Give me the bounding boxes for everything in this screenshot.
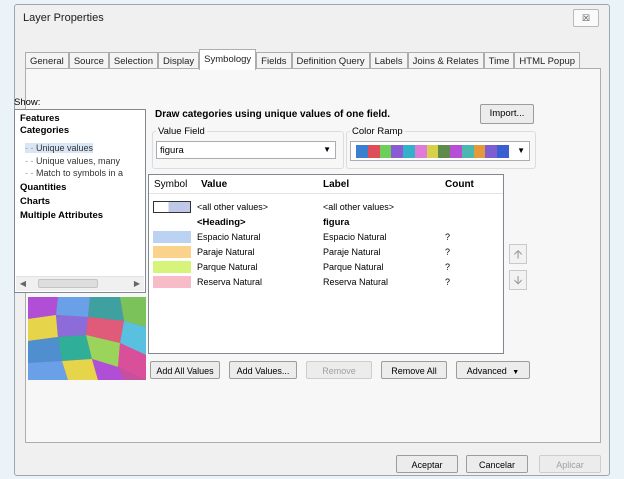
table-heading-row[interactable]: <Heading> figura — [149, 215, 503, 230]
count-column-header[interactable]: Count — [445, 179, 474, 190]
color-ramp-swatch — [356, 145, 509, 158]
count-cell: ? — [445, 232, 451, 242]
add-all-values-button[interactable]: Add All Values — [150, 361, 220, 379]
ramp-color-stop — [438, 145, 451, 158]
count-cell: ? — [445, 262, 451, 272]
label-cell: figura — [323, 217, 350, 228]
value-cell: <Heading> — [197, 217, 246, 228]
symbol-swatch[interactable] — [153, 231, 191, 243]
window-title: Layer Properties — [23, 12, 104, 24]
chevron-down-icon: ▼ — [323, 145, 331, 154]
symbol-swatch[interactable] — [153, 246, 191, 258]
renderer-item-label: Quantities — [20, 182, 67, 193]
ramp-color-stop — [367, 145, 380, 158]
symbol-column-header[interactable]: Symbol — [154, 179, 187, 190]
ramp-color-stop — [426, 145, 439, 158]
renderer-item[interactable]: Quantities — [20, 182, 66, 193]
ok-button[interactable]: Aceptar — [396, 455, 458, 473]
label-cell: Espacio Natural — [323, 232, 387, 242]
move-down-icon[interactable]: 🡫 — [509, 270, 527, 290]
dropdown-arrow-icon: ▼ — [512, 369, 520, 376]
tab-symbology[interactable]: Symbology — [199, 49, 257, 70]
renderer-tree[interactable]: Multiple Attributes Charts Quantities - - M… — [14, 109, 146, 293]
renderer-preview-map — [28, 297, 146, 380]
advanced-label: Advanced — [466, 366, 507, 376]
renderer-item-label: Charts — [20, 196, 51, 207]
count-cell: ? — [445, 277, 451, 287]
table-row[interactable]: Reserva Natural Reserva Natural? — [149, 275, 503, 290]
color-ramp-select[interactable]: ▼ — [350, 141, 530, 161]
value-cell: <all other values> — [197, 202, 269, 212]
table-row[interactable]: <all other values> <all other values> — [149, 200, 503, 215]
label-cell: Paraje Natural — [323, 247, 381, 257]
tree-connector-icon: - - — [25, 143, 36, 153]
scroll-right-icon[interactable]: ▶ — [131, 278, 143, 290]
table-header: Symbol Value Label Count — [149, 175, 503, 194]
show-label: Show: — [14, 97, 41, 108]
renderer-item[interactable]: - - Unique values, many — [25, 156, 120, 166]
renderer-item-label: Match to symbols in a — [36, 168, 124, 178]
symbol-swatch[interactable] — [153, 276, 191, 288]
value-field-label: Value Field — [156, 126, 207, 137]
renderer-item-label: Features — [20, 113, 60, 124]
renderer-item-label: Categories — [20, 125, 70, 136]
move-up-icon[interactable]: 🡩 — [509, 244, 527, 264]
renderer-item[interactable]: Categories — [20, 125, 69, 136]
scroll-left-icon[interactable]: ◀ — [17, 278, 29, 290]
value-cell: Parque Natural — [197, 262, 258, 272]
symbol-value-table[interactable]: Symbol Value Label Count <all other valu… — [148, 174, 504, 354]
value-cell: Espacio Natural — [197, 232, 261, 242]
renderer-item[interactable]: - - Match to symbols in a — [25, 168, 123, 178]
value-cell: Reserva Natural — [197, 277, 263, 287]
ramp-color-stop — [379, 145, 392, 158]
value-field-select[interactable]: figura ▼ — [156, 141, 336, 159]
label-cell: <all other values> — [323, 202, 395, 212]
ramp-color-stop — [473, 145, 486, 158]
renderer-item[interactable]: Features — [20, 113, 60, 124]
cancel-button[interactable]: Cancelar — [466, 455, 528, 473]
renderer-item-label: Multiple Attributes — [20, 210, 104, 221]
close-button[interactable]: ☒ — [573, 9, 599, 27]
import-button[interactable]: Import... — [480, 104, 534, 124]
add-values-button[interactable]: Add Values... — [229, 361, 297, 379]
ramp-color-stop — [497, 145, 509, 158]
renderer-item[interactable]: Multiple Attributes — [20, 210, 103, 221]
ramp-color-stop — [461, 145, 474, 158]
renderer-item-label: Unique values, many — [36, 156, 121, 166]
tree-horizontal-scrollbar[interactable]: ◀ ▶ — [16, 276, 144, 291]
advanced-button[interactable]: Advanced ▼ — [456, 361, 530, 379]
ramp-color-stop — [485, 145, 498, 158]
symbol-swatch[interactable] — [153, 201, 191, 213]
table-row[interactable]: Parque Natural Parque Natural? — [149, 260, 503, 275]
ramp-color-stop — [450, 145, 462, 158]
ramp-color-stop — [391, 145, 404, 158]
renderer-item-label: Unique values — [36, 143, 94, 153]
tree-connector-icon: - - — [25, 168, 36, 178]
apply-button[interactable]: Aplicar — [539, 455, 601, 473]
renderer-description: Draw categories using unique values of o… — [155, 109, 391, 120]
renderer-item[interactable]: - - Unique values — [25, 143, 94, 153]
color-ramp-label: Color Ramp — [350, 126, 405, 137]
label-cell: Reserva Natural — [323, 277, 389, 287]
remove-all-button[interactable]: Remove All — [381, 361, 447, 379]
chevron-down-icon: ▼ — [517, 146, 525, 155]
tree-connector-icon: - - — [25, 156, 36, 166]
table-row[interactable]: Paraje Natural Paraje Natural? — [149, 245, 503, 260]
value-column-header[interactable]: Value — [201, 179, 227, 190]
tab-bar: General Source Selection Display Symbology Fi… — [25, 49, 581, 70]
label-cell: Parque Natural — [323, 262, 384, 272]
renderer-item[interactable]: Charts — [20, 196, 50, 207]
ramp-color-stop — [414, 145, 427, 158]
count-cell: ? — [445, 247, 451, 257]
symbol-swatch[interactable] — [153, 261, 191, 273]
ramp-color-stop — [356, 145, 368, 158]
value-cell: Paraje Natural — [197, 247, 255, 257]
table-row[interactable]: Espacio Natural Espacio Natural? — [149, 230, 503, 245]
label-column-header[interactable]: Label — [323, 179, 349, 190]
remove-button[interactable]: Remove — [306, 361, 372, 379]
scroll-thumb[interactable] — [38, 279, 98, 288]
ramp-color-stop — [403, 145, 415, 158]
value-field-value: figura — [160, 145, 184, 156]
